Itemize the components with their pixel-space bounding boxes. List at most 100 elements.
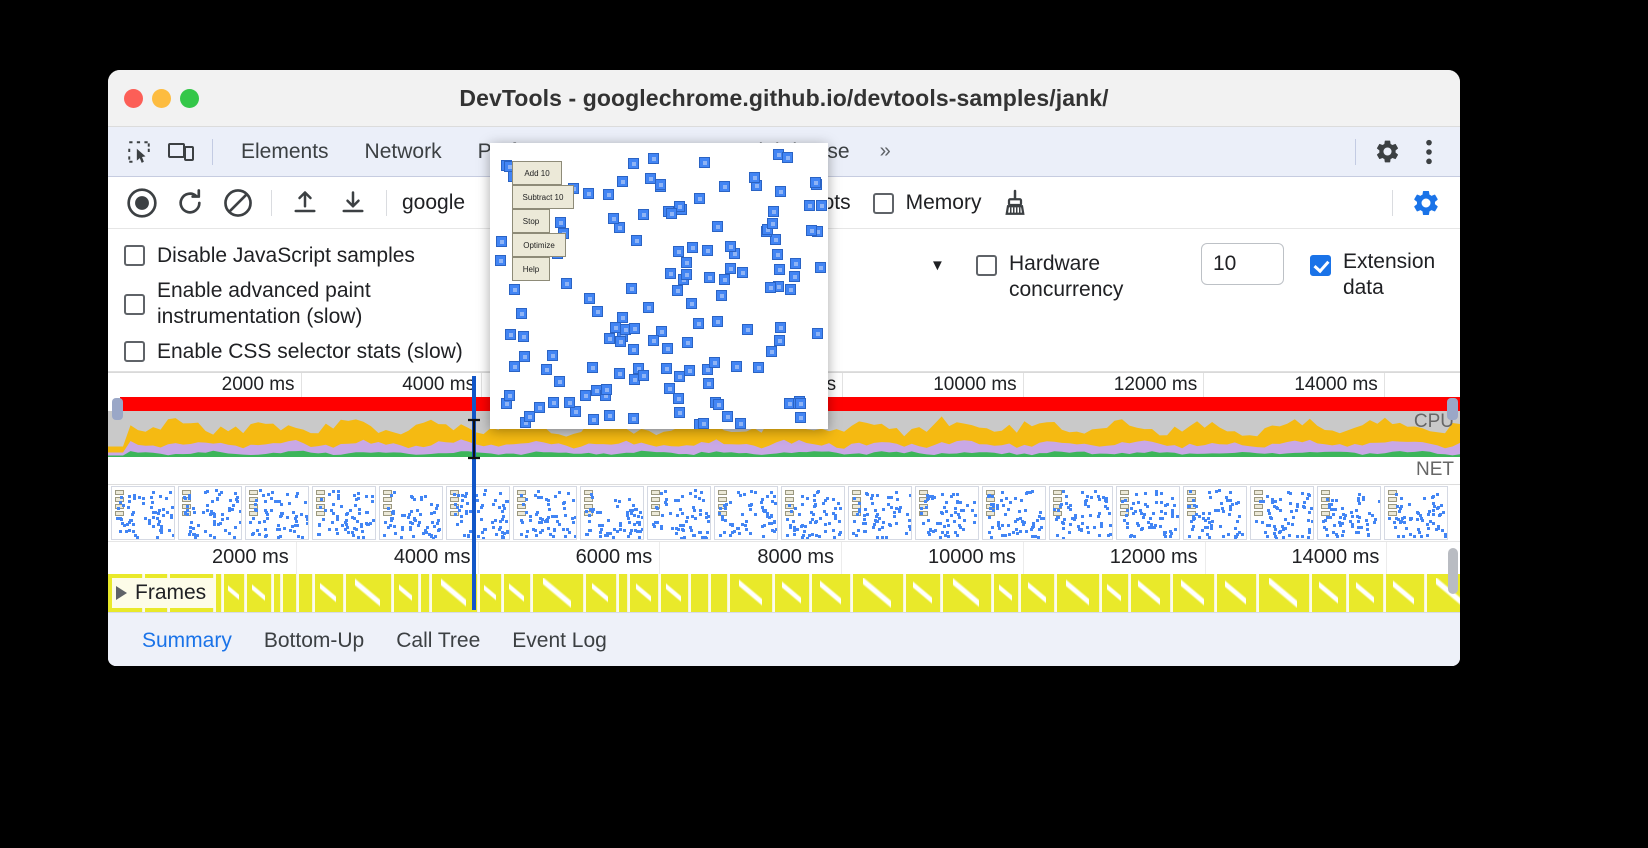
disable-js-samples-checkbox-box[interactable] (124, 245, 145, 266)
frame-bar[interactable] (299, 574, 313, 612)
tab-network[interactable]: Network (347, 132, 460, 172)
filmstrip-frame[interactable] (379, 486, 443, 540)
frame-bar[interactable] (630, 574, 659, 612)
frame-bar[interactable] (273, 574, 281, 612)
download-profile-icon[interactable] (329, 181, 377, 225)
hardware-concurrency-checkbox-box[interactable] (976, 255, 997, 276)
filmstrip-frame[interactable] (111, 486, 175, 540)
more-options-icon[interactable] (1408, 132, 1450, 172)
overview-window-right-handle[interactable] (1447, 398, 1458, 420)
frame-bar[interactable] (775, 574, 811, 612)
clear-recording-icon[interactable] (214, 181, 262, 225)
extension-data-checkbox-box[interactable] (1309, 255, 1331, 276)
tab-bottom-up[interactable]: Bottom-Up (248, 613, 380, 667)
frame-bar[interactable] (216, 574, 223, 612)
frames-track[interactable]: Frames (108, 574, 1460, 612)
tab-summary[interactable]: Summary (126, 613, 248, 667)
reload-and-record-icon[interactable] (166, 181, 214, 225)
frame-bar[interactable] (853, 574, 905, 612)
frames-track-header[interactable]: Frames (112, 578, 217, 608)
frame-bar[interactable] (282, 574, 298, 612)
close-window-button[interactable] (124, 89, 143, 108)
frame-bar[interactable] (394, 574, 420, 612)
filmstrip-frame[interactable] (848, 486, 912, 540)
filmstrip-frame[interactable] (1317, 486, 1381, 540)
frame-bar[interactable] (1057, 574, 1101, 612)
collect-garbage-icon[interactable] (991, 181, 1039, 225)
tab-call-tree[interactable]: Call Tree (380, 613, 496, 667)
jank-subtract-10-button[interactable]: Subtract 10 (512, 185, 574, 209)
frame-bar[interactable] (314, 574, 345, 612)
maximize-window-button[interactable] (180, 89, 199, 108)
filmstrip-frame[interactable] (446, 486, 510, 540)
filmstrip-frame[interactable] (1116, 486, 1180, 540)
filmstrip-frame[interactable] (312, 486, 376, 540)
flamechart-scrollbar[interactable] (1448, 548, 1458, 594)
memory-checkbox[interactable]: Memory (872, 190, 981, 216)
frame-bar[interactable] (1312, 574, 1348, 612)
frame-bar[interactable] (480, 574, 503, 612)
expand-frames-icon[interactable] (116, 586, 127, 600)
frame-bar[interactable] (246, 574, 272, 612)
tab-elements[interactable]: Elements (223, 132, 347, 172)
hardware-concurrency-input[interactable]: 10 (1200, 243, 1284, 285)
frame-bar[interactable] (1349, 574, 1384, 612)
record-icon[interactable] (118, 181, 166, 225)
filmstrip-frame[interactable] (580, 486, 644, 540)
frame-bar[interactable] (1130, 574, 1171, 612)
css-selector-stats-checkbox-box[interactable] (124, 341, 145, 362)
frame-bar[interactable] (1172, 574, 1216, 612)
overview-filmstrip[interactable] (108, 485, 1460, 541)
timeline-playhead[interactable] (472, 376, 476, 610)
capture-settings-gear-icon[interactable] (1402, 181, 1450, 225)
frame-bar[interactable] (224, 574, 245, 612)
jank-demo-popup[interactable]: Add 10 Subtract 10 Stop Optimize Help (490, 143, 828, 429)
jank-help-button[interactable]: Help (512, 257, 550, 281)
overview-window-left-handle[interactable] (112, 398, 123, 420)
jank-add-10-button[interactable]: Add 10 (512, 161, 562, 185)
filmstrip-frame[interactable] (982, 486, 1046, 540)
memory-checkbox-box[interactable] (872, 193, 894, 214)
frame-bar[interactable] (942, 574, 993, 612)
frame-bar[interactable] (618, 574, 629, 612)
frame-bar[interactable] (1258, 574, 1311, 612)
inspect-element-icon[interactable] (118, 132, 160, 172)
filmstrip-frame[interactable] (781, 486, 845, 540)
settings-gear-icon[interactable] (1366, 132, 1408, 172)
jank-stop-button[interactable]: Stop (512, 209, 550, 233)
more-tabs-icon[interactable]: » (868, 132, 901, 172)
frame-bar[interactable] (586, 574, 617, 612)
frame-bar[interactable] (691, 574, 709, 612)
upload-profile-icon[interactable] (281, 181, 329, 225)
device-toolbar-icon[interactable] (160, 132, 202, 172)
tab-event-log[interactable]: Event Log (496, 613, 623, 667)
filmstrip-frame[interactable] (1049, 486, 1113, 540)
filmstrip-frame[interactable] (513, 486, 577, 540)
frame-bar[interactable] (346, 574, 393, 612)
filmstrip-frame[interactable] (1183, 486, 1247, 540)
frame-bar[interactable] (660, 574, 690, 612)
frame-bar[interactable] (533, 574, 585, 612)
frame-bar[interactable] (906, 574, 941, 612)
filmstrip-frame[interactable] (1384, 486, 1448, 540)
network-throttling-chevron-down-icon[interactable]: ▼ (930, 257, 945, 274)
frame-bar[interactable] (994, 574, 1020, 612)
frame-bar[interactable] (1021, 574, 1056, 612)
jank-demo-canvas[interactable]: Add 10 Subtract 10 Stop Optimize Help (490, 143, 828, 429)
filmstrip-frame[interactable] (245, 486, 309, 540)
minimize-window-button[interactable] (152, 89, 171, 108)
filmstrip-frame[interactable] (647, 486, 711, 540)
frame-bar[interactable] (1102, 574, 1129, 612)
advanced-paint-checkbox-box[interactable] (124, 294, 145, 315)
frame-bar[interactable] (1217, 574, 1257, 612)
filmstrip-frame[interactable] (178, 486, 242, 540)
filmstrip-frame[interactable] (1250, 486, 1314, 540)
frame-bar[interactable] (1385, 574, 1425, 612)
filmstrip-frame[interactable] (714, 486, 778, 540)
frame-bar[interactable] (730, 574, 774, 612)
frame-bar[interactable] (421, 574, 431, 612)
jank-optimize-button[interactable]: Optimize (512, 233, 566, 257)
overview-net-band[interactable]: NET (108, 457, 1460, 485)
frame-bar[interactable] (812, 574, 852, 612)
frame-bar[interactable] (710, 574, 729, 612)
